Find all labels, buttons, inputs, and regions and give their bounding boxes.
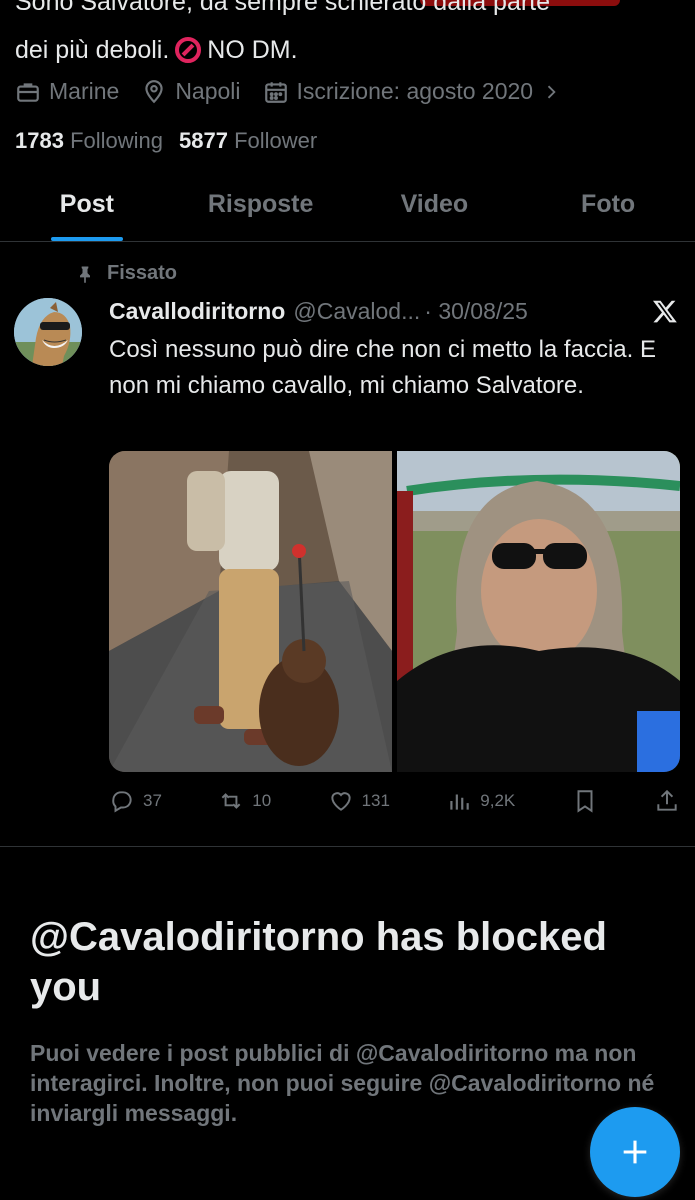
- blocked-description: Puoi vedere i post pubblici di @Cavalodi…: [30, 1040, 655, 1126]
- bio-line-2: dei più deboli. NO DM.: [15, 32, 298, 68]
- like-button[interactable]: 131: [328, 788, 390, 814]
- x-logo-icon: [652, 300, 677, 323]
- follower-count: 5877: [179, 128, 228, 153]
- chevron-right-icon: [547, 85, 556, 98]
- tab-foto[interactable]: Foto: [521, 180, 695, 241]
- joined-label: Iscrizione: agosto 2020: [296, 78, 534, 104]
- share-button[interactable]: [654, 788, 680, 814]
- avatar[interactable]: [14, 298, 82, 366]
- photo-selfie[interactable]: [397, 451, 680, 772]
- no-entry-icon: [175, 37, 202, 63]
- location-icon: [145, 79, 163, 103]
- tweet-media[interactable]: [109, 451, 680, 772]
- like-icon: [330, 792, 351, 811]
- bookmark-icon: [577, 790, 593, 813]
- follow-counts: 1783 Following 5877 Follower: [15, 128, 317, 154]
- tweet-author-name[interactable]: Cavallodiritorno: [109, 298, 285, 325]
- profile-meta: Marine Napoli Iscrizione: agosto 2020: [15, 78, 561, 105]
- photo-street-dog[interactable]: [109, 451, 392, 772]
- pinned-indicator: Fissato: [75, 262, 177, 285]
- share-icon: [657, 789, 677, 811]
- job-label: Marine: [49, 78, 120, 104]
- bookmark-button[interactable]: [572, 788, 598, 814]
- bio-line-1: Sono Salvatore, da sempre schierato dall…: [15, 0, 551, 16]
- pinned-label: Fissato: [107, 262, 178, 284]
- following-count: 1783: [15, 128, 64, 153]
- blocked-title: @Cavalodiritorno has blocked you: [30, 915, 607, 1009]
- calendar-icon: [264, 81, 287, 103]
- reply-count: 37: [143, 791, 162, 810]
- tweet-date[interactable]: · 30/08/25: [424, 298, 528, 325]
- section-divider: [0, 846, 695, 847]
- bio-line-2-end: NO DM.: [207, 36, 298, 64]
- street-photo-graphic: [109, 451, 392, 772]
- repost-count: 10: [252, 791, 272, 810]
- views-count: 9,2K: [480, 791, 516, 810]
- compose-plus-icon: [623, 1140, 647, 1164]
- tweet-header: Cavallodiritorno @Cavalod... · 30/08/25: [109, 298, 528, 325]
- tweet-author-handle[interactable]: @Cavalod...: [293, 298, 420, 325]
- views-button[interactable]: 9,2K: [446, 788, 515, 814]
- follower-link[interactable]: 5877 Follower: [179, 128, 317, 154]
- profile-job: Marine: [15, 78, 119, 105]
- reply-button[interactable]: 37: [109, 788, 162, 814]
- following-link[interactable]: 1783 Following: [15, 128, 163, 154]
- selfie-photo-graphic: [397, 451, 680, 772]
- follower-label: Follower: [234, 128, 318, 153]
- views-icon: [450, 794, 470, 810]
- bio-line-2-text: dei più deboli.: [15, 36, 170, 64]
- like-count: 131: [361, 791, 390, 810]
- location-label: Napoli: [175, 78, 241, 104]
- pin-icon: [80, 266, 90, 283]
- following-label: Following: [70, 128, 164, 153]
- tab-video[interactable]: Video: [348, 180, 522, 241]
- profile-joined[interactable]: Iscrizione: agosto 2020: [263, 78, 562, 105]
- tab-risposte[interactable]: Risposte: [174, 180, 348, 241]
- compose-button[interactable]: [590, 1107, 680, 1197]
- briefcase-icon: [17, 82, 39, 102]
- tweet-actions: 37 10 131 9,2K: [109, 788, 680, 814]
- profile-location: Napoli: [141, 78, 241, 105]
- repost-icon: [221, 793, 241, 809]
- avatar-horse-image: [14, 298, 82, 366]
- reply-icon: [112, 791, 132, 813]
- profile-tabs: Post Risposte Video Foto: [0, 180, 695, 242]
- tab-post[interactable]: Post: [0, 180, 174, 241]
- repost-button[interactable]: 10: [218, 788, 271, 814]
- tweet-text: Così nessuno può dire che non ci metto l…: [109, 336, 656, 399]
